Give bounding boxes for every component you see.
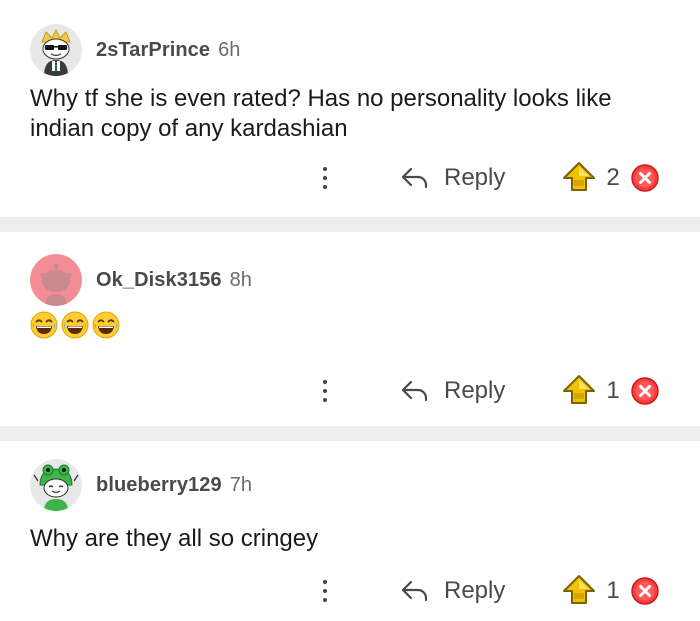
reply-label: Reply	[444, 164, 506, 191]
upvote-arrow-icon	[562, 574, 596, 608]
vote-controls: 1	[562, 371, 660, 411]
reply-arrow-icon	[400, 166, 430, 190]
vote-score: 2	[606, 164, 620, 191]
laughing-face-icon	[92, 311, 120, 339]
comment-actions: Reply 1	[0, 571, 700, 611]
comment-card: Ok_Disk3156 8h Reply 1	[0, 232, 700, 426]
user-avatar[interactable]	[30, 459, 82, 511]
comment-body: Why tf she is even rated? Has no persona…	[30, 85, 612, 142]
more-options-icon[interactable]	[313, 375, 337, 407]
comment-header: Ok_Disk3156 8h	[30, 254, 252, 306]
comment-divider	[0, 426, 700, 441]
downvote-x-icon	[630, 376, 660, 406]
username[interactable]: 2sTarPrince	[96, 39, 210, 62]
reply-arrow-icon	[400, 379, 430, 403]
comment-age: 8h	[229, 268, 252, 291]
downvote-button[interactable]	[630, 376, 660, 406]
upvote-button[interactable]	[562, 574, 596, 608]
comment-card: blueberry129 7h Why are they all so crin…	[0, 441, 700, 621]
laughing-face-icon	[61, 311, 89, 339]
vote-score: 1	[606, 577, 620, 604]
downvote-button[interactable]	[630, 163, 660, 193]
comment-age: 7h	[229, 473, 252, 496]
reply-label: Reply	[444, 577, 506, 604]
comment-header: 2sTarPrince 6h	[30, 24, 240, 76]
user-avatar[interactable]	[30, 24, 82, 76]
user-avatar[interactable]	[30, 254, 82, 306]
username[interactable]: Ok_Disk3156	[96, 269, 222, 292]
downvote-x-icon	[630, 576, 660, 606]
vote-controls: 2	[562, 158, 660, 198]
laughing-face-icon	[30, 311, 58, 339]
comment-feed: 2sTarPrince 6h Why tf she is even rated?…	[0, 0, 700, 621]
comment-body: Why are they all so cringey	[30, 525, 319, 552]
comment-age: 6h	[218, 38, 241, 61]
downvote-button[interactable]	[630, 576, 660, 606]
snoo-default-avatar-icon	[30, 254, 82, 306]
snoo-sunglasses-avatar-icon	[30, 24, 82, 76]
upvote-button[interactable]	[562, 161, 596, 195]
upvote-arrow-icon	[562, 374, 596, 408]
comment-body	[30, 311, 120, 339]
vote-score: 1	[606, 377, 620, 404]
more-options-icon[interactable]	[313, 162, 337, 194]
reply-button[interactable]: Reply	[400, 371, 505, 411]
reply-arrow-icon	[400, 579, 430, 603]
vote-controls: 1	[562, 571, 660, 611]
comment-card: 2sTarPrince 6h Why tf she is even rated?…	[0, 0, 700, 217]
username[interactable]: blueberry129	[96, 474, 222, 497]
upvote-arrow-icon	[562, 161, 596, 195]
comment-actions: Reply 2	[0, 158, 700, 198]
more-options-icon[interactable]	[313, 575, 337, 607]
upvote-button[interactable]	[562, 374, 596, 408]
comment-header: blueberry129 7h	[30, 459, 252, 511]
comment-divider	[0, 217, 700, 232]
reply-label: Reply	[444, 377, 506, 404]
reply-button[interactable]: Reply	[400, 571, 505, 611]
snoo-frog-hat-avatar-icon	[30, 459, 82, 511]
comment-actions: Reply 1	[0, 371, 700, 411]
reply-button[interactable]: Reply	[400, 158, 505, 198]
downvote-x-icon	[630, 163, 660, 193]
